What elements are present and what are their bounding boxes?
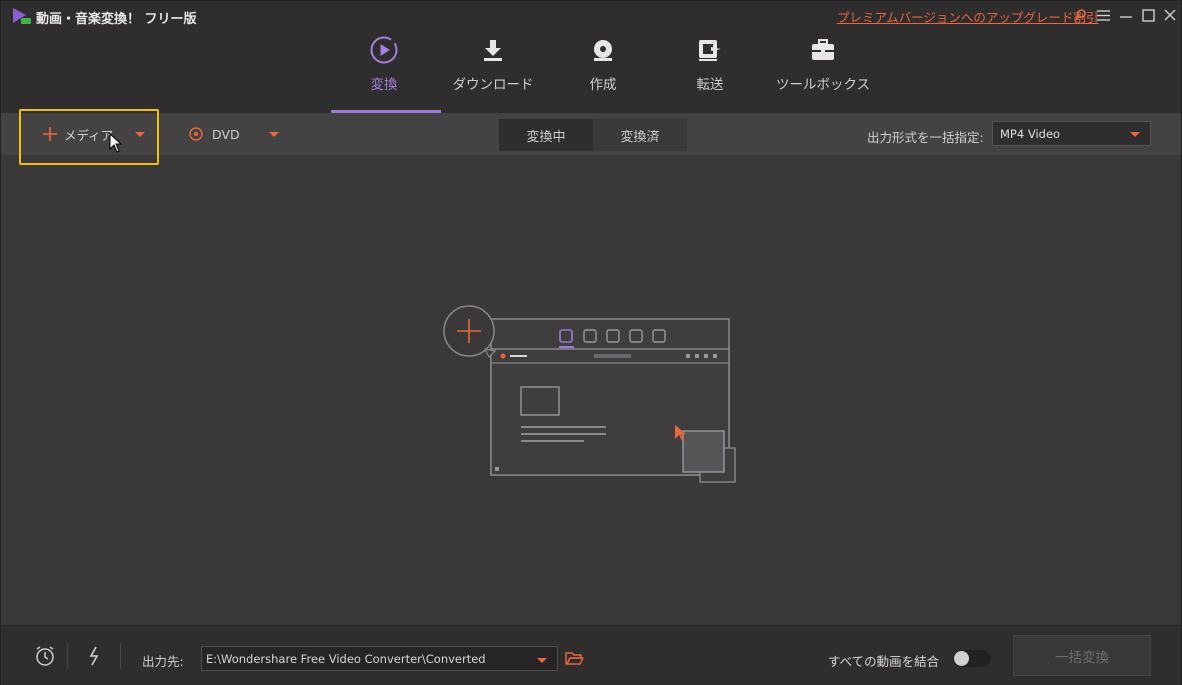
toggle-knob (954, 651, 969, 666)
upgrade-link[interactable]: プレミアムバージョンへのアップグレード割引 (837, 7, 1098, 26)
menu-icon[interactable] (1092, 5, 1114, 25)
nav-convert[interactable]: 変換 (355, 31, 413, 113)
merge-all-label: すべての動画を結合 (828, 654, 940, 669)
mouse-cursor-icon (109, 133, 123, 153)
dvd-button[interactable]: DVD (189, 113, 279, 155)
convert-all-button[interactable]: 一括変換 (1013, 635, 1151, 676)
toolbox-icon (808, 35, 838, 65)
alarm-clock-icon[interactable] (33, 644, 57, 668)
bottom-bar: 出力先: E:\Wondershare Free Video Converter… (1, 625, 1181, 685)
dvd-label: DVD (212, 126, 240, 142)
output-path-value: E:\Wondershare Free Video Converter\Conv… (206, 652, 486, 666)
minimize-button[interactable] (1115, 5, 1137, 25)
output-format-select[interactable]: MP4 Video (992, 121, 1151, 146)
app-logo-icon (13, 8, 31, 24)
nav-create-label: 作成 (589, 77, 617, 93)
add-files-illustration[interactable] (441, 301, 741, 486)
convert-status-tabs: 変換中 変換済 (499, 119, 687, 151)
dvd-disc-icon (189, 127, 203, 141)
key-icon[interactable] (1069, 5, 1091, 25)
output-format-value: MP4 Video (1000, 126, 1061, 141)
nav-transfer-label: 転送 (696, 77, 724, 93)
chevron-down-icon[interactable] (537, 658, 547, 663)
tab-converting[interactable]: 変換中 (499, 119, 593, 151)
output-path-field[interactable]: E:\Wondershare Free Video Converter\Conv… (201, 646, 558, 671)
maximize-button[interactable] (1137, 5, 1159, 25)
app-title: 動画・音楽変換！ フリー版 (36, 12, 197, 27)
merge-toggle[interactable] (953, 650, 991, 667)
output-folder-label: 出力先: (142, 654, 184, 669)
download-icon (478, 35, 508, 65)
lightning-icon[interactable] (82, 644, 106, 668)
folder-open-icon[interactable] (564, 648, 584, 668)
nav-convert-label: 変換 (370, 77, 398, 93)
main-nav: 変換 ダウンロード 作成 転送 ツールボックス (1, 31, 1181, 113)
app-window: 動画・音楽変換！ フリー版 プレミアムバージョンへのアップグレード割引 変換 ダ… (0, 0, 1182, 685)
output-format-label: 出力形式を一括指定: (867, 130, 984, 145)
close-button[interactable] (1159, 5, 1181, 25)
divider (67, 643, 68, 669)
nav-toolbox[interactable]: ツールボックス (776, 31, 870, 113)
tab-converted[interactable]: 変換済 (593, 119, 687, 151)
nav-download[interactable]: ダウンロード (452, 31, 534, 113)
highlight-box (19, 109, 159, 165)
convert-icon (369, 35, 399, 65)
transfer-icon (695, 35, 725, 65)
nav-transfer[interactable]: 転送 (684, 31, 736, 113)
nav-download-label: ダウンロード (452, 77, 534, 93)
divider (120, 643, 121, 669)
title-bar: 動画・音楽変換！ フリー版 プレミアムバージョンへのアップグレード割引 (1, 1, 1181, 31)
chevron-down-icon (1130, 132, 1140, 137)
disc-icon (588, 35, 618, 65)
dvd-dropdown-icon[interactable] (268, 131, 279, 137)
nav-toolbox-label: ツールボックス (775, 77, 871, 93)
nav-create[interactable]: 作成 (577, 31, 629, 113)
